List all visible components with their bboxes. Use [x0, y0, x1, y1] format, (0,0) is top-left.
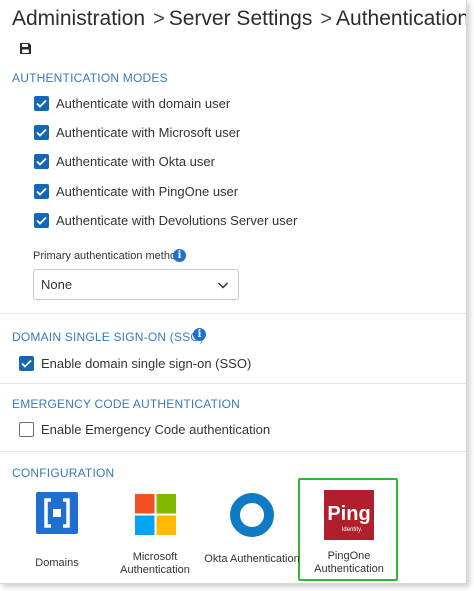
ping-identity-logo-icon: Ping Identity. [324, 490, 374, 540]
domains-tile[interactable]: Domains [7, 492, 107, 570]
auth-devolutions-user-label: Authenticate with Devolutions Server use… [56, 213, 298, 228]
pingone-authentication-tile[interactable]: Ping Identity. PingOne Authentication [299, 490, 399, 576]
checkmark-icon [36, 99, 47, 108]
sso-option[interactable]: Enable domain single sign-on (SSO) [19, 356, 251, 371]
section-divider [0, 313, 466, 314]
info-icon[interactable]: i [193, 328, 206, 341]
checkbox-checked[interactable] [34, 154, 49, 169]
checkbox-checked[interactable] [34, 125, 49, 140]
emergency-code-option[interactable]: Enable Emergency Code authentication [19, 422, 270, 437]
save-icon[interactable] [19, 42, 32, 55]
auth-devolutions-user-option[interactable]: Authenticate with Devolutions Server use… [34, 213, 297, 228]
checkbox-checked[interactable] [19, 356, 34, 371]
okta-logo-icon [230, 493, 274, 537]
emergency-code-option-label: Enable Emergency Code authentication [41, 422, 271, 437]
breadcrumb-separator: > [153, 8, 165, 30]
auth-modes-section-title: AUTHENTICATION MODES [12, 71, 168, 85]
auth-okta-user-label: Authenticate with Okta user [56, 154, 215, 169]
ping-logo-text: Ping [327, 503, 370, 525]
breadcrumb-server-settings[interactable]: Server Settings [169, 7, 313, 30]
checkbox-unchecked[interactable] [19, 422, 34, 437]
checkmark-icon [36, 187, 47, 196]
checkmark-icon [21, 359, 32, 368]
auth-microsoft-user-option[interactable]: Authenticate with Microsoft user [34, 125, 240, 140]
breadcrumb-administration[interactable]: Administration [12, 7, 145, 30]
section-divider [0, 451, 466, 452]
checkmark-icon [36, 216, 47, 225]
sso-section-title: DOMAIN SINGLE SIGN-ON (SSO) [12, 330, 205, 344]
checkmark-icon [36, 157, 47, 166]
auth-microsoft-user-label: Authenticate with Microsoft user [56, 125, 241, 140]
auth-pingone-user-option[interactable]: Authenticate with PingOne user [34, 184, 238, 199]
checkbox-checked[interactable] [34, 184, 49, 199]
microsoft-authentication-tile[interactable]: Microsoft Authentication [105, 494, 205, 577]
section-divider [0, 383, 466, 384]
emergency-section-title: EMERGENCY CODE AUTHENTICATION [12, 397, 241, 411]
breadcrumb-separator: > [320, 8, 333, 30]
microsoft-logo-icon [134, 494, 176, 535]
auth-okta-user-option[interactable]: Authenticate with Okta user [34, 154, 215, 169]
primary-auth-method-value: None [41, 277, 73, 292]
info-icon[interactable]: i [173, 249, 186, 262]
auth-domain-user-label: Authenticate with domain user [56, 96, 231, 111]
checkbox-checked[interactable] [34, 213, 49, 228]
auth-domain-user-option[interactable]: Authenticate with domain user [34, 96, 230, 111]
breadcrumb-authentication: Authentication [336, 7, 467, 30]
primary-auth-method-select[interactable]: None [33, 269, 239, 300]
checkbox-checked[interactable] [34, 96, 49, 111]
okta-authentication-label: Okta Authentication [204, 553, 300, 565]
primary-auth-method-label: Primary authentication method [33, 250, 183, 262]
domains-icon [36, 492, 78, 534]
authentication-settings-panel: Administration > Server Settings > Authentic… [0, 0, 467, 584]
microsoft-authentication-label: Microsoft Authentication [120, 551, 190, 576]
checkmark-icon [36, 128, 47, 137]
chevron-down-icon [217, 282, 229, 289]
ping-logo-subtext: Identity. [342, 527, 363, 533]
okta-authentication-tile[interactable]: Okta Authentication [202, 492, 302, 566]
sso-option-label: Enable domain single sign-on (SSO) [41, 356, 252, 371]
breadcrumb: Administration > Server Settings > Authentic… [12, 7, 467, 31]
domains-tile-label: Domains [35, 557, 79, 569]
auth-pingone-user-label: Authenticate with PingOne user [56, 184, 239, 199]
pingone-authentication-label: PingOne Authentication [314, 550, 384, 575]
configuration-section-title: CONFIGURATION [12, 466, 115, 480]
